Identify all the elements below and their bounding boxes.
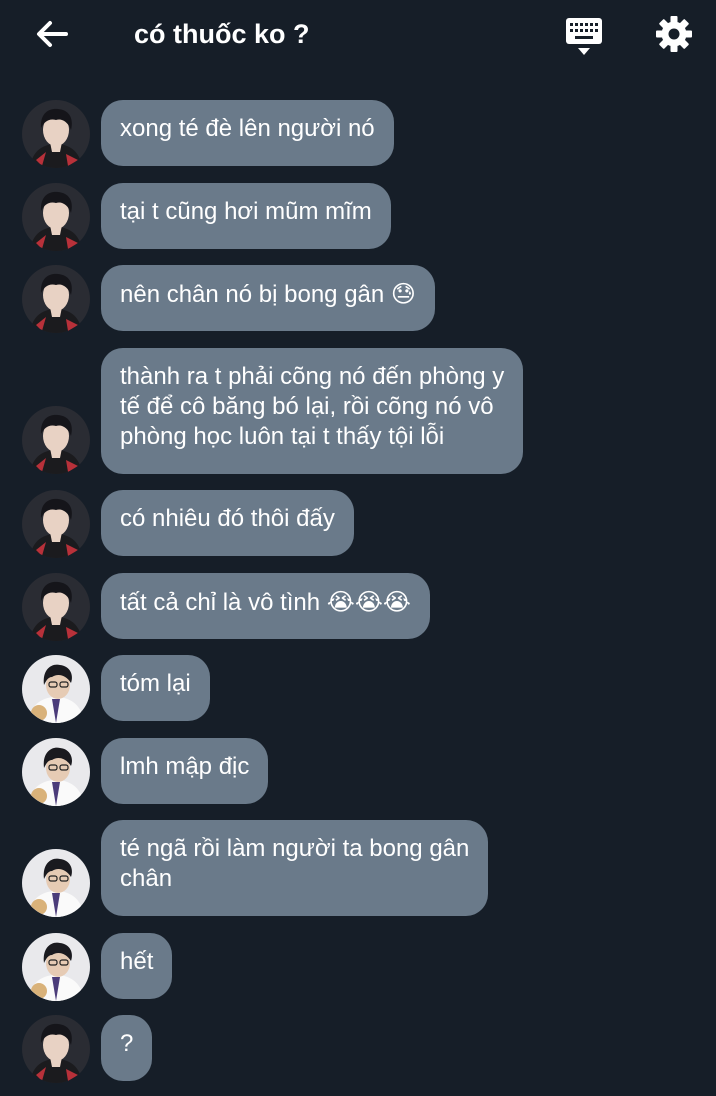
sweat-emoji-icon: 😓	[390, 280, 416, 308]
avatar[interactable]	[22, 183, 90, 251]
message-text: tại t cũng hơi mũm mĩm	[120, 198, 372, 225]
message-bubble[interactable]: có nhiêu đó thôi đấy	[101, 490, 354, 556]
avatar[interactable]	[22, 933, 90, 1001]
message-text: xong té đè lên người nó	[120, 115, 375, 142]
message-text: tất cả chỉ là vô tình	[120, 589, 321, 616]
avatar[interactable]	[22, 849, 90, 917]
message-text: có nhiêu đó thôi đấy	[120, 505, 335, 532]
message-bubble[interactable]: ?	[101, 1015, 153, 1081]
message-text: thành ra t phải cõng nó đến phòng y tế đ…	[120, 363, 505, 450]
person-portrait-icon	[22, 406, 90, 474]
crying-emoji-icon: 😭😭😭	[326, 588, 411, 616]
message-bubble[interactable]: thành ra t phải cõng nó đến phòng y tế đ…	[101, 348, 524, 474]
avatar[interactable]	[22, 406, 90, 474]
message-text: lmh mập địc	[120, 753, 250, 780]
person-portrait-icon	[22, 933, 90, 1001]
person-portrait-icon	[22, 100, 90, 168]
avatar[interactable]	[22, 738, 90, 806]
avatar[interactable]	[22, 490, 90, 558]
avatar[interactable]	[22, 100, 90, 168]
message-text: hết	[120, 948, 154, 975]
message-bubble[interactable]: nên chân nó bị bong gân 😓	[101, 265, 435, 331]
message-text: nên chân nó bị bong gân	[120, 281, 385, 308]
message-bubble[interactable]: tóm lại	[101, 655, 210, 721]
person-portrait-icon	[22, 1015, 90, 1083]
person-portrait-icon	[22, 573, 90, 641]
person-portrait-icon	[22, 655, 90, 723]
avatar[interactable]	[22, 265, 90, 333]
message-bubble[interactable]: té ngã rồi làm người ta bong gân chân	[101, 820, 489, 916]
message-bubble[interactable]: tại t cũng hơi mũm mĩm	[101, 183, 391, 249]
message-text: tóm lại	[120, 670, 191, 697]
avatar[interactable]	[22, 1015, 90, 1083]
message-bubble[interactable]: hết	[101, 933, 173, 999]
person-portrait-icon	[22, 490, 90, 558]
message-text: té ngã rồi làm người ta bong gân chân	[120, 835, 470, 892]
message-list[interactable]: xong té đè lên người nó tại t cũng hơi m…	[0, 0, 716, 1096]
message-bubble[interactable]: tất cả chỉ là vô tình 😭😭😭	[101, 573, 430, 639]
person-portrait-icon	[22, 849, 90, 917]
person-portrait-icon	[22, 183, 90, 251]
avatar[interactable]	[22, 573, 90, 641]
person-portrait-icon	[22, 738, 90, 806]
message-bubble[interactable]: xong té đè lên người nó	[101, 100, 394, 166]
message-bubble[interactable]: lmh mập địc	[101, 738, 269, 804]
avatar[interactable]	[22, 655, 90, 723]
message-text: ?	[120, 1030, 134, 1057]
person-portrait-icon	[22, 265, 90, 333]
